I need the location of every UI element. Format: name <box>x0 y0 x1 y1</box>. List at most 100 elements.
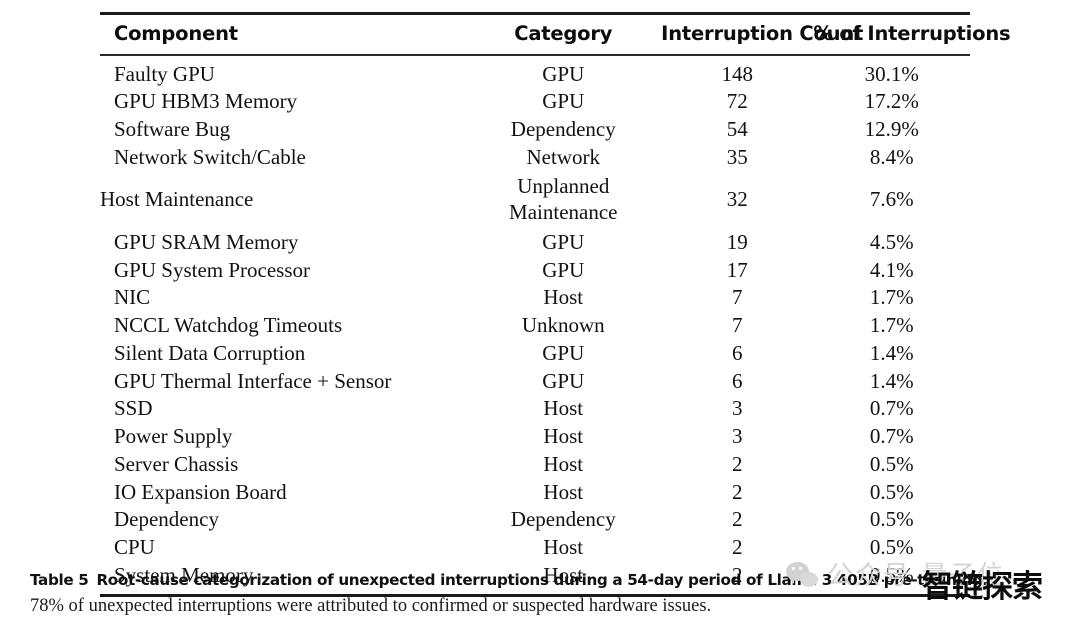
cell-category: Host <box>543 479 584 504</box>
cell-interruption-count: 2 <box>732 479 743 504</box>
table-row: GPU Thermal Interface + Sensor GPU 6 1.4% <box>100 367 970 395</box>
cell-percent-of-interruptions: 8.4% <box>869 144 914 169</box>
cell-percent-of-interruptions: 12.9% <box>864 117 919 142</box>
table-row: GPU HBM3 Memory GPU 72 17.2% <box>100 88 970 116</box>
cell-interruption-count: 2 <box>732 451 743 476</box>
cell-component: GPU Thermal Interface + Sensor <box>114 368 392 393</box>
cell-percent-of-interruptions: 1.7% <box>869 313 914 338</box>
cell-category: Host <box>543 424 584 449</box>
cell-component: CPU <box>114 535 155 560</box>
cell-interruption-count: 6 <box>732 368 743 393</box>
caption-label: Table 5 <box>30 571 89 589</box>
table-row: SSD Host 3 0.7% <box>100 395 970 423</box>
cell-category: Network <box>526 144 600 169</box>
cell-component: Software Bug <box>114 117 231 142</box>
cell-category: GPU <box>542 61 585 86</box>
caption-line-2: 78% of unexpected interruptions were att… <box>30 595 712 616</box>
cell-component: Server Chassis <box>114 451 239 476</box>
cell-component: Network Switch/Cable <box>114 144 306 169</box>
cell-component: GPU SRAM Memory <box>114 229 299 254</box>
cell-percent-of-interruptions: 0.7% <box>869 424 914 449</box>
cell-category: Host <box>543 451 584 476</box>
cell-category-line-1: Unplanned <box>517 174 610 199</box>
cell-interruption-count: 72 <box>726 89 748 114</box>
cell-component: SSD <box>114 396 153 421</box>
table-row: GPU SRAM Memory GPU 19 4.5% <box>100 228 970 256</box>
cell-interruption-count: 148 <box>721 61 754 86</box>
cell-percent-of-interruptions: 7.6% <box>869 187 914 212</box>
cell-component: Power Supply <box>114 424 233 449</box>
cell-percent-of-interruptions: 0.5% <box>869 451 914 476</box>
table-row: Server Chassis Host 2 0.5% <box>100 450 970 478</box>
cell-category: Unknown <box>521 313 605 338</box>
cell-percent-of-interruptions: 4.1% <box>869 257 914 282</box>
cell-percent-of-interruptions: 17.2% <box>864 89 919 114</box>
cell-interruption-count: 2 <box>732 507 743 532</box>
table-row: Dependency Dependency 2 0.5% <box>100 506 970 534</box>
cell-category: Host <box>543 535 584 560</box>
cell-category: GPU <box>542 257 585 282</box>
cell-interruption-count: 54 <box>726 117 748 142</box>
cell-component: NIC <box>114 285 151 310</box>
cell-percent-of-interruptions: 4.5% <box>869 229 914 254</box>
cell-interruption-count: 6 <box>732 340 743 365</box>
caption-title: Root-cause categorization of unexpected … <box>96 571 988 589</box>
cell-percent-of-interruptions: 0.5% <box>869 507 914 532</box>
cell-percent-of-interruptions: 0.5% <box>869 535 914 560</box>
cell-component: GPU HBM3 Memory <box>114 89 298 114</box>
cell-category: GPU <box>542 340 585 365</box>
interruptions-table-body: Faulty GPU GPU 148 30.1% GPU HBM3 Memory GPU 7… <box>100 56 970 594</box>
cell-category: GPU <box>542 368 585 393</box>
cell-interruption-count: 35 <box>726 144 748 169</box>
cell-category: Dependency <box>510 507 616 532</box>
table-row: Software Bug Dependency 54 12.9% <box>100 116 970 144</box>
cell-interruption-count: 19 <box>726 229 748 254</box>
cell-category: Host <box>543 396 584 421</box>
cell-component: GPU System Processor <box>114 257 311 282</box>
table-row: CPU Host 2 0.5% <box>100 534 970 562</box>
column-header-component: Component <box>114 22 238 45</box>
cell-component: Dependency <box>114 507 219 532</box>
cell-category: GPU <box>542 229 585 254</box>
column-header-interruption-count: Interruption Count <box>661 22 864 45</box>
table-row: Power Supply Host 3 0.7% <box>100 423 970 451</box>
cell-percent-of-interruptions: 1.4% <box>869 368 914 393</box>
cell-percent-of-interruptions: 0.5% <box>869 479 914 504</box>
cell-component: IO Expansion Board <box>114 479 287 504</box>
interruptions-table: Component Category Interruption Count % … <box>100 15 1011 54</box>
cell-component: Faulty GPU <box>114 61 215 86</box>
cell-interruption-count: 3 <box>732 396 743 421</box>
table-row: GPU System Processor GPU 17 4.1% <box>100 256 970 284</box>
table-caption: Table 5 Root-cause categorization of unex… <box>30 570 1050 618</box>
cell-category: Dependency <box>510 117 616 142</box>
table-row: NCCL Watchdog Timeouts Unknown 7 1.7% <box>100 312 970 340</box>
cell-category-line-2: Maintenance <box>509 199 618 224</box>
cell-interruption-count: 32 <box>726 187 748 212</box>
table-header: Component Category Interruption Count % … <box>100 15 1011 54</box>
cell-category: GPU <box>542 89 585 114</box>
table-row: Network Switch/Cable Network 35 8.4% <box>100 143 970 171</box>
column-header-percent-of-interruptions: % of Interruptions <box>813 22 1011 45</box>
table-body: Faulty GPU GPU 148 30.1% GPU HBM3 Memory GPU 7… <box>100 56 970 594</box>
cell-component: NCCL Watchdog Timeouts <box>114 313 343 338</box>
cell-percent-of-interruptions: 0.7% <box>869 396 914 421</box>
table-row: Faulty GPU GPU 148 30.1% <box>100 56 970 88</box>
cell-component: Host Maintenance <box>100 187 254 212</box>
cell-category: Unplanned Maintenance <box>465 171 661 228</box>
cell-percent-of-interruptions: 30.1% <box>864 61 919 86</box>
cell-interruption-count: 3 <box>732 424 743 449</box>
table-row: Host Maintenance Unplanned Maintenance 32 7.… <box>100 171 970 228</box>
table-row: NIC Host 7 1.7% <box>100 284 970 312</box>
table-figure: Component Category Interruption Count % … <box>100 12 1011 597</box>
table-header-row: Component Category Interruption Count % … <box>100 15 1011 54</box>
cell-interruption-count: 7 <box>732 285 743 310</box>
cell-interruption-count: 7 <box>732 313 743 338</box>
column-header-category: Category <box>514 22 613 45</box>
cell-category: Host <box>543 285 584 310</box>
cell-interruption-count: 2 <box>732 535 743 560</box>
cell-percent-of-interruptions: 1.4% <box>869 340 914 365</box>
cell-interruption-count: 17 <box>726 257 748 282</box>
table-row: Silent Data Corruption GPU 6 1.4% <box>100 339 970 367</box>
table-row: IO Expansion Board Host 2 0.5% <box>100 478 970 506</box>
cell-component: Silent Data Corruption <box>114 340 306 365</box>
